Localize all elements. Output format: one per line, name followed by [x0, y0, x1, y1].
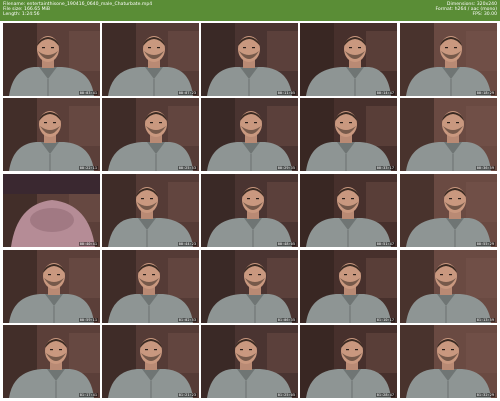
- webcam-frame-image: [3, 23, 100, 96]
- timestamp-label: 00:40:41: [78, 242, 98, 246]
- video-thumbnail: 01:21:23: [102, 325, 199, 398]
- webcam-frame-image: [400, 174, 497, 247]
- webcam-frame-image: [400, 325, 497, 398]
- video-thumbnail: 00:07:23: [102, 23, 199, 96]
- webcam-frame-image: [300, 250, 397, 323]
- webcam-frame-image: [201, 325, 298, 398]
- video-thumbnail: 00:51:47: [300, 174, 397, 247]
- timestamp-label: 01:02:53: [177, 318, 197, 322]
- video-thumbnail: 01:10:17: [300, 250, 397, 323]
- timestamp-label: 00:11:05: [276, 91, 296, 95]
- timestamp-label: 00:18:29: [475, 91, 495, 95]
- timestamp-label: 00:55:29: [475, 242, 495, 246]
- webcam-frame-image: [201, 250, 298, 323]
- timestamp-label: 00:25:53: [177, 166, 197, 170]
- webcam-frame-image: [201, 23, 298, 96]
- webcam-frame-image: [300, 174, 397, 247]
- webcam-frame-image: [102, 325, 199, 398]
- webcam-frame-image: [300, 325, 397, 398]
- video-thumbnail: 00:03:41: [3, 23, 100, 96]
- video-thumbnail: 00:59:11: [3, 250, 100, 323]
- webcam-frame-image: [400, 250, 497, 323]
- webcam-frame-image: [102, 174, 199, 247]
- video-thumbnail: 00:11:05: [201, 23, 298, 96]
- timestamp-label: 00:36:59: [475, 166, 495, 170]
- timestamp-label: 00:44:23: [177, 242, 197, 246]
- video-thumbnail: 00:40:41: [3, 174, 100, 247]
- webcam-frame-image: [102, 23, 199, 96]
- video-thumbnail: 00:18:29: [400, 23, 497, 96]
- webcam-frame-image: [300, 98, 397, 171]
- video-thumbnail: 01:02:53: [102, 250, 199, 323]
- video-thumbnail: 00:33:17: [300, 98, 397, 171]
- timestamp-label: 00:29:35: [276, 166, 296, 170]
- webcam-frame-image: [3, 325, 100, 398]
- webcam-frame-image: [102, 98, 199, 171]
- timestamp-label: 00:22:11: [78, 166, 98, 170]
- video-thumbnail: 00:22:11: [3, 98, 100, 171]
- timestamp-label: 01:21:23: [177, 393, 197, 397]
- timestamp-label: 01:28:47: [375, 393, 395, 397]
- video-thumbnail: 01:28:47: [300, 325, 397, 398]
- timestamp-label: 01:17:41: [78, 393, 98, 397]
- video-thumbnail: 00:55:29: [400, 174, 497, 247]
- webcam-frame-image: [400, 98, 497, 171]
- video-thumbnail: 01:06:35: [201, 250, 298, 323]
- timestamp-label: 01:06:35: [276, 318, 296, 322]
- timestamp-label: 01:25:05: [276, 393, 296, 397]
- thumbnail-grid: 00:03:41 00:07:23 00:11:05 00:14:47 00:18:29…: [0, 23, 500, 401]
- webcam-frame-image: [201, 98, 298, 171]
- info-header: Filename: entertainthisone_190416_0640_m…: [0, 0, 500, 21]
- webcam-frame-image: [3, 174, 100, 247]
- fps-text: FPS: 30.00: [472, 12, 498, 18]
- video-thumbnail: 00:29:35: [201, 98, 298, 171]
- video-thumbnail: 00:44:23: [102, 174, 199, 247]
- media-info: Dimensions: 320x240 Format: h264 / aac (…: [435, 2, 497, 18]
- timestamp-label: 00:14:47: [375, 91, 395, 95]
- timestamp-label: 00:48:05: [276, 242, 296, 246]
- webcam-frame-image: [102, 250, 199, 323]
- video-thumbnail: 01:32:29: [400, 325, 497, 398]
- video-thumbnail: 01:25:05: [201, 325, 298, 398]
- video-thumbnail: 01:13:59: [400, 250, 497, 323]
- timestamp-label: 00:51:47: [375, 242, 395, 246]
- timestamp-label: 01:13:59: [475, 318, 495, 322]
- video-thumbnail: 01:17:41: [3, 325, 100, 398]
- timestamp-label: 01:10:17: [375, 318, 395, 322]
- file-info: Filename: entertainthisone_190416_0640_m…: [3, 2, 152, 18]
- video-thumbnail: 00:25:53: [102, 98, 199, 171]
- timestamp-label: 00:07:23: [177, 91, 197, 95]
- webcam-frame-image: [3, 250, 100, 323]
- timestamp-label: 00:59:11: [78, 318, 98, 322]
- webcam-frame-image: [400, 23, 497, 96]
- timestamp-label: 00:33:17: [375, 166, 395, 170]
- video-thumbnail: 00:48:05: [201, 174, 298, 247]
- webcam-frame-image: [3, 98, 100, 171]
- video-thumbnail: 00:14:47: [300, 23, 397, 96]
- timestamp-label: 00:03:41: [78, 91, 98, 95]
- timestamp-label: 01:32:29: [475, 393, 495, 397]
- video-thumbnail: 00:36:59: [400, 98, 497, 171]
- length-text: Length: 1:24:56: [3, 12, 40, 18]
- webcam-frame-image: [201, 174, 298, 247]
- webcam-frame-image: [300, 23, 397, 96]
